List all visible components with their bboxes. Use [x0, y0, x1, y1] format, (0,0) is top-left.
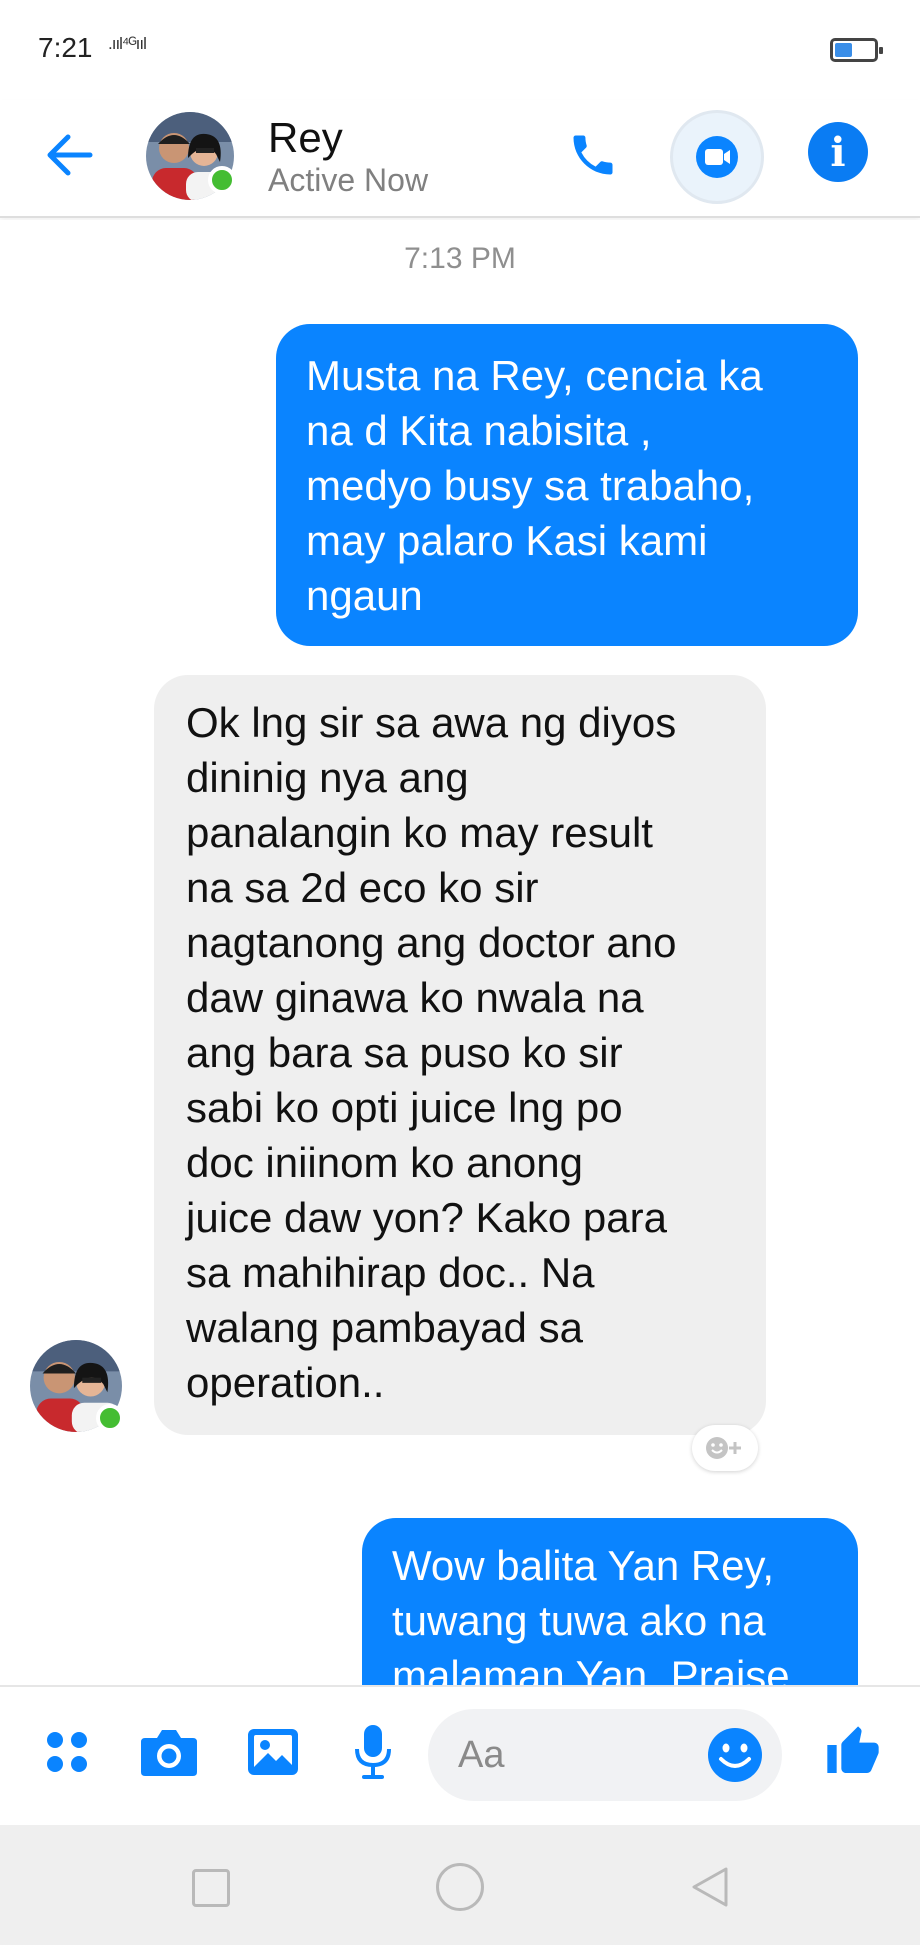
microphone-icon — [355, 1725, 391, 1779]
message-line: ang bara sa puso ko sir — [186, 1029, 623, 1076]
message-line: nagtanong ang doctor ano — [186, 919, 677, 966]
message-line: Wow balita Yan Rey, — [392, 1542, 775, 1589]
message-line: panalangin ko may result — [186, 809, 653, 856]
message-line: doc iniinom ko anong — [186, 1139, 583, 1186]
add-reaction-button[interactable] — [692, 1425, 758, 1471]
contact-name[interactable]: Rey — [268, 114, 343, 162]
message-line: operation.. — [186, 1359, 385, 1406]
message-line: dininig nya ang — [186, 754, 469, 801]
outgoing-message[interactable]: Musta na Rey, cencia ka na d Kita nabisi… — [276, 324, 858, 646]
message-line: sa mahihirap doc.. Na — [186, 1249, 595, 1296]
message-line: ngaun — [306, 572, 423, 619]
info-icon: i — [830, 128, 846, 176]
signal-strength-icon: .ııl⁴ᴳııl — [108, 34, 147, 53]
thumbs-up-icon — [827, 1726, 879, 1773]
message-line: malaman Yan. Praise — [392, 1652, 790, 1685]
presence-status: Active Now — [268, 162, 429, 198]
incoming-message[interactable]: Ok lng sir sa awa ng diyos dininig nya a… — [154, 675, 766, 1435]
message-composer — [0, 1685, 920, 1825]
status-bar: 7:21 .ııl⁴ᴳııl — [0, 0, 920, 100]
emoji-button[interactable] — [705, 1725, 765, 1785]
info-button[interactable]: i — [808, 122, 868, 182]
message-line: daw ginawa ko nwala na — [186, 974, 644, 1021]
video-call-button[interactable] — [670, 110, 764, 204]
back-button[interactable] — [34, 120, 104, 190]
message-line: medyo busy sa trabaho, — [306, 462, 755, 509]
battery-level — [835, 43, 852, 57]
like-button[interactable] — [818, 1717, 888, 1787]
apps-grid-icon — [47, 1732, 87, 1772]
message-line: juice daw yon? Kako para — [186, 1194, 667, 1241]
gallery-button[interactable] — [238, 1717, 308, 1787]
message-timestamp: 7:13 PM — [404, 242, 516, 275]
video-camera-icon — [696, 136, 738, 178]
message-line: sabi ko opti juice lng po — [186, 1084, 623, 1131]
camera-button[interactable] — [134, 1717, 204, 1787]
home-button[interactable] — [436, 1863, 484, 1911]
battery-icon — [830, 38, 883, 62]
message-line: tuwang tuwa ako na — [392, 1597, 766, 1644]
camera-icon — [141, 1730, 197, 1776]
voice-call-button[interactable] — [558, 120, 628, 190]
recent-apps-button[interactable] — [192, 1869, 230, 1907]
add-reaction-icon — [706, 1437, 741, 1459]
more-actions-button[interactable] — [32, 1717, 102, 1787]
outgoing-message[interactable]: Wow balita Yan Rey, tuwang tuwa ako na m… — [362, 1518, 858, 1685]
presence-indicator — [208, 166, 236, 194]
emoji-icon — [708, 1728, 762, 1782]
gallery-icon — [248, 1729, 298, 1775]
system-back-button[interactable] — [688, 1865, 732, 1909]
chat-header: Rey Active Now i — [0, 100, 920, 218]
message-line: walang pambayad sa — [186, 1304, 583, 1351]
message-line: na d Kita nabisita , — [306, 407, 652, 454]
message-line: may palaro Kasi kami — [306, 517, 708, 564]
message-line: Ok lng sir sa awa ng diyos — [186, 699, 677, 746]
phone-icon — [573, 135, 613, 175]
arrow-left-icon — [47, 134, 93, 176]
message-line: na sa 2d eco ko sir — [186, 864, 539, 911]
presence-indicator — [96, 1404, 124, 1432]
message-line: Musta na Rey, cencia ka — [306, 352, 763, 399]
system-nav-bar — [0, 1825, 920, 1945]
message-list[interactable]: 7:13 PM Musta na Rey, cencia ka na d Kit… — [0, 220, 920, 1685]
voice-message-button[interactable] — [338, 1717, 408, 1787]
status-time: 7:21 — [38, 32, 93, 63]
